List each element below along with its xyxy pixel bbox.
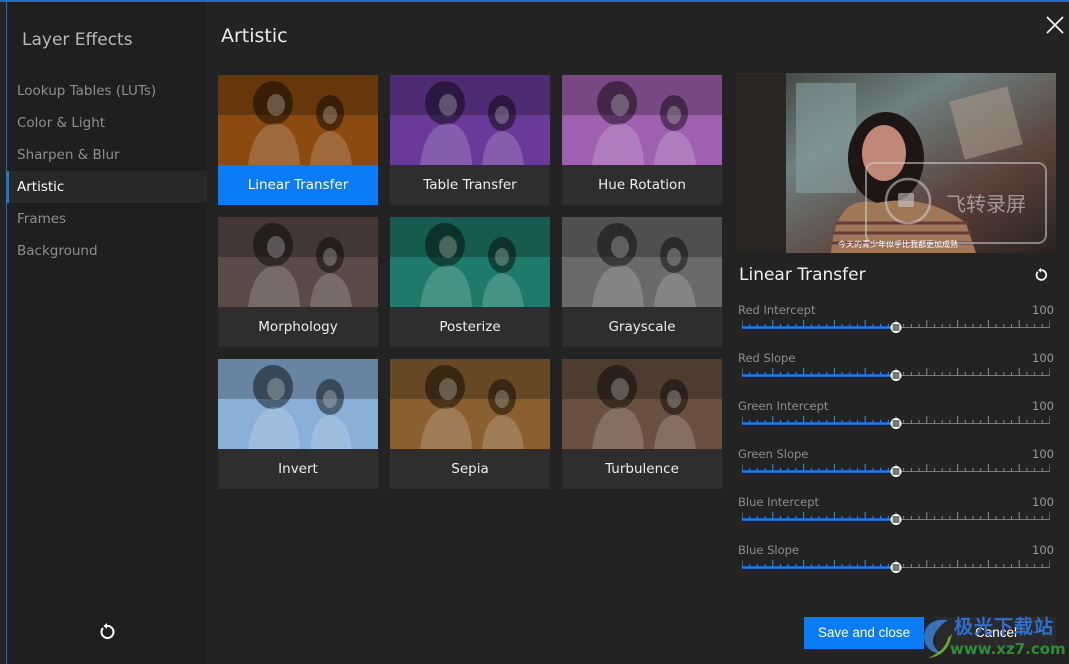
sidebar: Layer Effects Lookup Tables (LUTs) Color… [6,2,207,664]
effect-thumbnail [218,359,378,449]
slider-track[interactable] [741,415,1051,431]
save-and-close-button[interactable]: Save and close [804,617,924,649]
effect-tile-morphology[interactable]: Morphology [218,217,378,347]
sidebar-item-background[interactable]: Background [7,235,207,267]
effect-thumbnail [562,75,722,165]
reset-icon [100,623,115,639]
effect-label: Sepia [451,461,489,477]
reset-icon [1035,267,1047,281]
section-title: Artistic [221,25,288,47]
slider-value: 100 [1032,495,1054,509]
sidebar-item-color-light[interactable]: Color & Light [7,107,207,139]
effect-thumbnail [390,359,550,449]
slider-track[interactable] [741,367,1051,383]
effect-label: Invert [278,461,318,477]
sidebar-nav: Lookup Tables (LUTs) Color & Light Sharp… [7,75,207,267]
sidebar-title: Layer Effects [22,30,133,50]
effect-label: Posterize [439,319,501,335]
sidebar-item-sharpen-blur[interactable]: Sharpen & Blur [7,139,207,171]
sidebar-item-frames[interactable]: Frames [7,203,207,235]
slider-red-intercept: Red Intercept 100 [738,303,1056,343]
slider-value: 100 [1032,447,1054,461]
effect-tile-grayscale[interactable]: Grayscale [562,217,722,347]
slider-value: 100 [1032,303,1054,317]
slider-label: Green Intercept [738,399,829,413]
effect-thumbnail [562,217,722,307]
reset-all-button[interactable] [97,622,117,642]
effect-label: Morphology [258,319,338,335]
slider-track[interactable] [741,319,1051,335]
slider-label: Blue Intercept [738,495,820,509]
slider-label: Blue Slope [738,543,800,557]
slider-label: Red Intercept [738,303,816,317]
preview-subtitle: 今天的青少年似乎比我都更加成熟 [838,239,958,249]
slider-value: 100 [1032,399,1054,413]
reset-effect-button[interactable] [1033,267,1049,283]
effect-tile-posterize[interactable]: Posterize [390,217,550,347]
effect-tile-linear-transfer[interactable]: Linear Transfer [218,75,378,205]
effect-thumbnail [218,75,378,165]
sidebar-item-luts[interactable]: Lookup Tables (LUTs) [7,75,207,107]
effect-thumbnail [218,217,378,307]
effect-tile-hue-rotation[interactable]: Hue Rotation [562,75,722,205]
preview-watermark-text: 飞转录屏 [946,192,1026,216]
slider-track[interactable] [741,511,1051,527]
slider-red-slope: Red Slope 100 [738,351,1056,391]
effect-tile-turbulence[interactable]: Turbulence [562,359,722,489]
slider-blue-intercept: Blue Intercept 100 [738,495,1056,535]
cancel-button[interactable]: Cancel [936,617,1056,649]
slider-track[interactable] [741,559,1051,575]
effect-thumbnail [390,217,550,307]
preview-image: 飞转录屏 今天的青少年似乎比我都更加成熟 [736,73,1056,253]
slider-value: 100 [1032,351,1054,365]
slider-value: 100 [1032,543,1054,557]
slider-blue-slope: Blue Slope 100 [738,543,1056,583]
effect-tile-table-transfer[interactable]: Table Transfer [390,75,550,205]
effect-tile-invert[interactable]: Invert [218,359,378,489]
effect-panel-title: Linear Transfer [739,265,866,285]
effect-label: Linear Transfer [218,165,378,205]
close-button[interactable] [1045,15,1065,35]
close-icon [1046,16,1064,34]
effect-label: Table Transfer [423,177,517,193]
effect-thumbnail [562,359,722,449]
effect-label: Turbulence [605,461,679,477]
sidebar-item-artistic[interactable]: Artistic [7,171,207,203]
effect-tile-sepia[interactable]: Sepia [390,359,550,489]
slider-track[interactable] [741,463,1051,479]
effect-label: Hue Rotation [598,177,686,193]
slider-green-slope: Green Slope 100 [738,447,1056,487]
effect-thumbnail [390,75,550,165]
slider-label: Red Slope [738,351,796,365]
slider-green-intercept: Green Intercept 100 [738,399,1056,439]
preview-photo: 飞转录屏 今天的青少年似乎比我都更加成熟 [736,73,1056,253]
effect-label: Grayscale [608,319,676,335]
slider-label: Green Slope [738,447,809,461]
